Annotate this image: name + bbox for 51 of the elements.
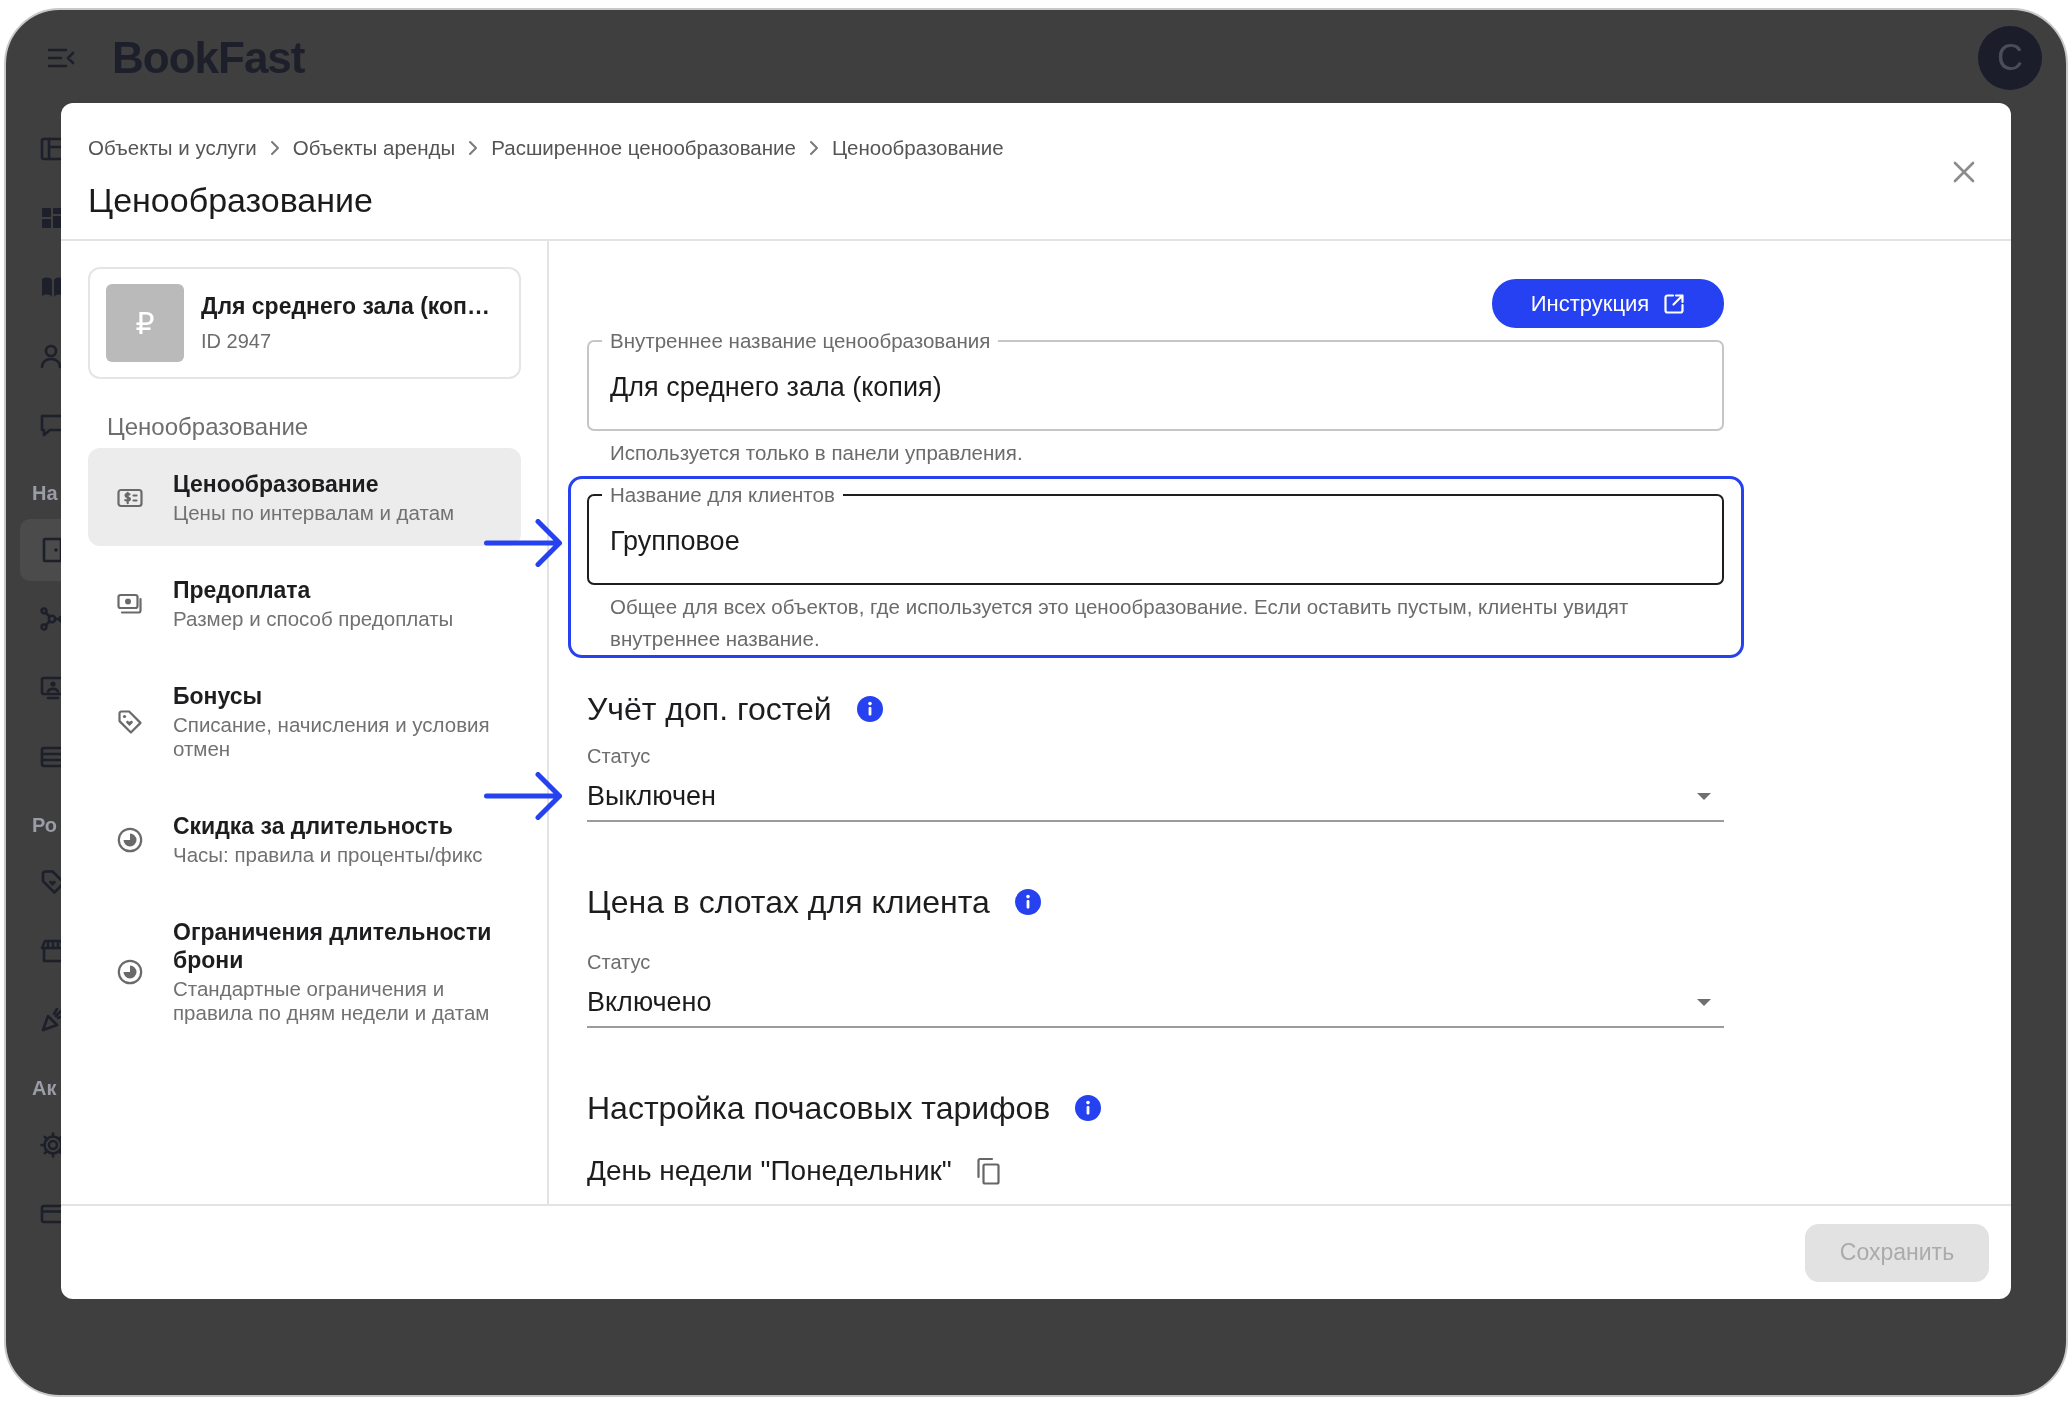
settings-icon[interactable]: [40, 1131, 61, 1158]
close-icon[interactable]: [1952, 160, 1976, 184]
chevron-right-icon: [468, 140, 479, 156]
object-id: ID 2947: [201, 329, 272, 354]
menu-icon[interactable]: [47, 47, 75, 69]
menu-item[interactable]: Ценообразование Цены по интервалам и датам: [88, 448, 521, 546]
select-field[interactable]: Статус Выключен: [587, 744, 1724, 822]
breadcrumb-link[interactable]: Объекты и услуги: [88, 136, 257, 160]
breadcrumb-link[interactable]: Объекты аренды: [292, 136, 456, 160]
helper-text: Используется только в панели управления.: [609, 440, 1024, 466]
external-link-icon: [1663, 292, 1686, 315]
object-title: Для среднего зала (коп…: [201, 292, 490, 320]
party-popper-icon[interactable]: [40, 1006, 61, 1033]
breadcrumb-link[interactable]: Расширенное ценообразование: [491, 136, 796, 160]
door-icon[interactable]: [20, 518, 61, 581]
network-icon[interactable]: [40, 605, 61, 632]
tag-icon: [117, 708, 143, 735]
chevron-right-icon: [808, 140, 819, 156]
menu-item[interactable]: Бонусы Списание, начисления и условия отмен: [88, 660, 521, 782]
ruble-thumbnail: ₽: [106, 284, 184, 362]
helper-text: Общее для всех объектов, где используется это ценообразование. Если оставить пустым, клиенты увидят внутреннее название.: [609, 594, 1630, 652]
info-icon[interactable]: [856, 696, 883, 722]
caret-icon: [1697, 998, 1711, 1006]
section-title: Настройка почасовых тарифов: [587, 1089, 1051, 1128]
monitor-icon[interactable]: [40, 674, 61, 701]
copy-icon[interactable]: [975, 1157, 1000, 1185]
instruction-button[interactable]: Инструкция: [1492, 279, 1724, 328]
tag-icon[interactable]: [40, 868, 61, 895]
info-icon[interactable]: [1075, 1095, 1102, 1121]
store-icon[interactable]: [40, 937, 61, 964]
breadcrumb-current: Ценообразование: [831, 136, 1004, 160]
pie-icon: [117, 826, 143, 853]
section-title: Цена в слотах для клиента: [587, 883, 990, 922]
info-icon[interactable]: [1014, 889, 1041, 915]
user-icon[interactable]: [40, 342, 61, 369]
menu-item[interactable]: Ограничения длительности брони Стандартные ограничения и правила по дням недели и датам: [88, 896, 521, 1046]
modal-title: Ценообразование: [88, 180, 373, 220]
nav-section-label: Ак: [32, 1076, 57, 1100]
caret-icon: [1697, 792, 1711, 800]
menu-item[interactable]: Предоплата Размер и способ предоплаты: [88, 554, 521, 652]
text-field[interactable]: Внутреннее название ценообразования Для среднего зала (копия): [587, 330, 1724, 431]
nav-section-label: Ро: [32, 813, 58, 837]
pie-icon: [117, 958, 143, 985]
layout-icon[interactable]: [40, 135, 61, 162]
section-title: Учёт доп. гостей: [587, 690, 832, 729]
menu-heading: Ценообразование: [107, 412, 309, 442]
nav-section-label: На: [32, 481, 58, 505]
menu-item[interactable]: Скидка за длительность Часы: правила и проценты/фикс: [88, 790, 521, 888]
select-field[interactable]: Статус Включено: [587, 950, 1724, 1028]
chevron-right-icon: [269, 140, 280, 156]
day-title: День недели "Понедельник": [587, 1154, 952, 1188]
